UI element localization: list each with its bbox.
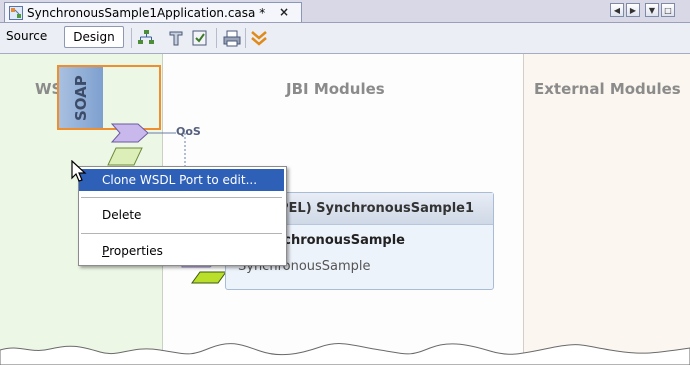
- casa-file-icon: [9, 5, 23, 20]
- scroll-right-icon[interactable]: ▶: [626, 3, 640, 17]
- toolbar-separator: [245, 28, 246, 48]
- editor-toolbar: Source Design: [0, 23, 690, 54]
- mouse-pointer-icon: [70, 159, 90, 184]
- design-view-button[interactable]: Design: [64, 26, 124, 48]
- tab-title: SynchronousSample1Application.casa *: [27, 5, 266, 20]
- torn-edge: [0, 343, 690, 365]
- deploy-icon[interactable]: [190, 28, 210, 48]
- consumes-arrow-icon: [110, 123, 149, 143]
- bpel-endpoint-name: nchronousSample: [274, 233, 405, 248]
- collapse-icon[interactable]: [249, 28, 269, 48]
- external-modules-column: [523, 54, 690, 365]
- build-icon[interactable]: [166, 28, 186, 48]
- menu-separator: [81, 197, 282, 198]
- properties-label: roperties: [109, 244, 163, 258]
- properties-mnemonic: P: [102, 244, 110, 258]
- external-modules-header: External Modules: [534, 80, 681, 98]
- toolbar-separator: [216, 28, 217, 48]
- delete-menu-item[interactable]: Delete: [79, 204, 284, 226]
- context-menu: Clone WSDL Port to edit... Delete Proper…: [78, 166, 287, 266]
- tab-list-icon[interactable]: ▼: [645, 3, 659, 17]
- toolbar-separator: [131, 28, 132, 48]
- qos-icon[interactable]: QoS: [176, 125, 201, 138]
- menu-separator: [81, 233, 282, 234]
- properties-menu-item[interactable]: Properties: [79, 240, 284, 262]
- provides-arrow-icon: [107, 147, 143, 166]
- editor-tab[interactable]: SynchronousSample1Application.casa * ×: [4, 2, 302, 22]
- module-provides-icon: [191, 271, 227, 284]
- soap-port-body: SOAP: [59, 67, 103, 128]
- close-tab-icon[interactable]: ×: [279, 5, 289, 19]
- source-view-button[interactable]: Source: [6, 29, 47, 43]
- jbi-modules-header: JBI Modules: [286, 80, 385, 98]
- soap-port-label: SOAP: [72, 75, 90, 121]
- print-icon[interactable]: [222, 28, 242, 48]
- editor-tab-bar: SynchronousSample1Application.casa * × ◀…: [0, 0, 690, 23]
- layout-icon[interactable]: [136, 28, 156, 48]
- clone-wsdl-port-menu-item[interactable]: Clone WSDL Port to edit...: [79, 169, 284, 191]
- bpel-module-title: PEL) SynchronousSample1: [279, 201, 475, 216]
- maximize-icon[interactable]: □: [661, 3, 675, 17]
- scroll-left-icon[interactable]: ◀: [610, 3, 624, 17]
